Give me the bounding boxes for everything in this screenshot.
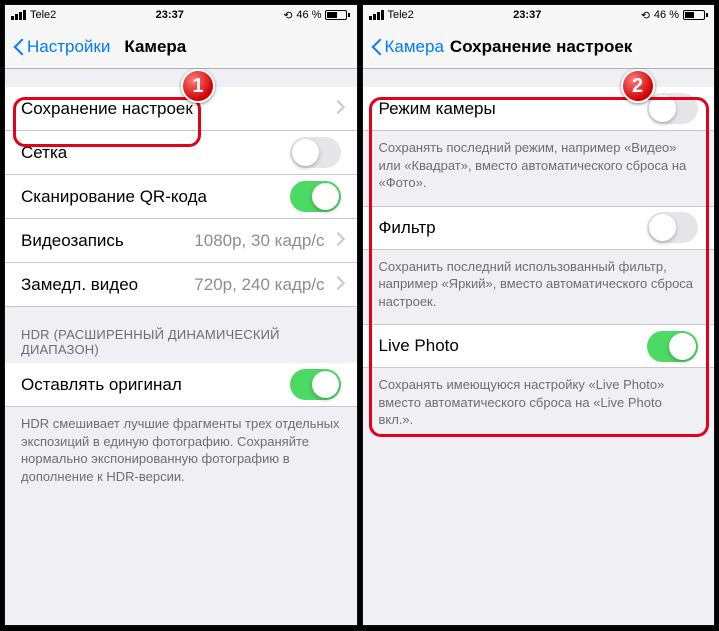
signal-icon bbox=[11, 10, 26, 20]
section-footer-hdr: HDR смешивает лучшие фрагменты трех отде… bbox=[5, 407, 357, 499]
chevron-right-icon bbox=[333, 278, 341, 291]
row-filter[interactable]: Фильтр bbox=[363, 206, 715, 250]
row-label: Видеозапись bbox=[21, 231, 194, 251]
switch-qr[interactable] bbox=[290, 181, 341, 212]
switch-grid[interactable] bbox=[290, 137, 341, 168]
status-bar: Tele2 23:37 ⟲ 46 % bbox=[5, 5, 357, 25]
switch-filter[interactable] bbox=[647, 212, 698, 243]
step-badge-2: 2 bbox=[621, 69, 655, 103]
rotation-lock-icon: ⟲ bbox=[641, 9, 650, 22]
row-live-photo[interactable]: Live Photo bbox=[363, 324, 715, 368]
page-title: Сохранение настроек bbox=[450, 37, 632, 57]
switch-keep-original[interactable] bbox=[290, 369, 341, 400]
page-title: Камера bbox=[124, 37, 186, 57]
row-label: Live Photo bbox=[379, 336, 648, 356]
row-video-record[interactable]: Видеозапись 1080p, 30 кадр/с bbox=[5, 219, 357, 263]
row-detail: 1080p, 30 кадр/с bbox=[194, 231, 324, 251]
row-detail: 720p, 240 кадр/с bbox=[194, 275, 324, 295]
nav-bar: Настройки Камера bbox=[5, 25, 357, 69]
row-label: Сканирование QR-кода bbox=[21, 187, 290, 207]
row-label: Оставлять оригинал bbox=[21, 375, 290, 395]
battery-pct: 46 % bbox=[296, 9, 321, 21]
row-keep-original[interactable]: Оставлять оригинал bbox=[5, 363, 357, 407]
footer-filter: Сохранить последний использованный фильт… bbox=[363, 250, 715, 325]
battery-pct: 46 % bbox=[654, 9, 679, 21]
row-label: Сохранение настроек bbox=[21, 99, 333, 119]
row-preserve-settings[interactable]: Сохранение настроек bbox=[5, 87, 357, 131]
section-header-hdr: HDR (РАСШИРЕННЫЙ ДИНАМИЧЕСКИЙ ДИАПАЗОН) bbox=[5, 307, 357, 363]
step-badge-1: 1 bbox=[181, 69, 215, 103]
battery-icon bbox=[683, 10, 708, 20]
switch-live-photo[interactable] bbox=[647, 331, 698, 362]
clock: 23:37 bbox=[513, 9, 541, 21]
rotation-lock-icon: ⟲ bbox=[283, 9, 292, 22]
back-button[interactable]: Настройки bbox=[13, 37, 110, 57]
row-qr-scan[interactable]: Сканирование QR-кода bbox=[5, 175, 357, 219]
row-label: Фильтр bbox=[379, 218, 648, 238]
row-grid[interactable]: Сетка bbox=[5, 131, 357, 175]
status-bar: Tele2 23:37 ⟲ 46 % bbox=[363, 5, 715, 25]
carrier-label: Tele2 bbox=[388, 9, 414, 21]
chevron-right-icon bbox=[333, 234, 341, 247]
switch-camera-mode[interactable] bbox=[647, 93, 698, 124]
battery-icon bbox=[325, 10, 350, 20]
row-slomo[interactable]: Замедл. видео 720p, 240 кадр/с bbox=[5, 263, 357, 307]
carrier-label: Tele2 bbox=[30, 9, 56, 21]
row-label: Замедл. видео bbox=[21, 275, 194, 295]
phone-screenshot-1: Tele2 23:37 ⟲ 46 % Настройки Камера Сохр… bbox=[4, 4, 358, 626]
phone-screenshot-2: Tele2 23:37 ⟲ 46 % Камера Сохранение нас… bbox=[362, 4, 716, 626]
footer-camera-mode: Сохранять последний режим, например «Вид… bbox=[363, 131, 715, 206]
nav-bar: Камера Сохранение настроек bbox=[363, 25, 715, 69]
footer-live-photo: Сохранять имеющуюся настройку «Live Phot… bbox=[363, 368, 715, 443]
row-label: Режим камеры bbox=[379, 99, 648, 119]
chevron-left-icon bbox=[13, 37, 25, 57]
row-camera-mode[interactable]: Режим камеры bbox=[363, 87, 715, 131]
back-button[interactable]: Камера bbox=[371, 37, 444, 57]
back-label: Настройки bbox=[27, 37, 110, 57]
clock: 23:37 bbox=[156, 9, 184, 21]
back-label: Камера bbox=[385, 37, 444, 57]
row-label: Сетка bbox=[21, 143, 290, 163]
chevron-left-icon bbox=[371, 37, 383, 57]
signal-icon bbox=[369, 10, 384, 20]
chevron-right-icon bbox=[333, 102, 341, 115]
